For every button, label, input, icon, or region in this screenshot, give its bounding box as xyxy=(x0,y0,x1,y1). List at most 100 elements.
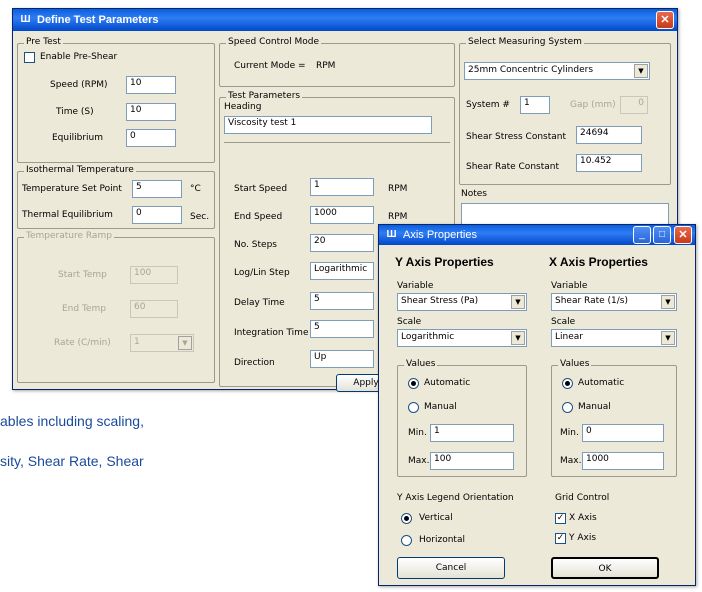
shear-rate-constant-label: Shear Rate Constant xyxy=(466,162,559,172)
grid-x-axis-checkbox[interactable]: ✓ xyxy=(555,513,566,524)
measuring-system-group: Select Measuring System 25mm Concentric … xyxy=(459,37,671,185)
y-max-label: Max. xyxy=(408,456,430,466)
rate-select[interactable]: 1 ▼ xyxy=(130,334,194,352)
current-mode-value: RPM xyxy=(316,61,336,71)
axis-title-bar[interactable]: Ш Axis Properties _ □ ✕ xyxy=(379,225,695,245)
end-speed-label: End Speed xyxy=(234,212,283,222)
y-scale-select[interactable]: Logarithmic ▼ xyxy=(397,329,527,347)
notes-label: Notes xyxy=(461,189,487,199)
y-min-input[interactable]: 1 xyxy=(430,424,514,442)
speed-rpm-label: Speed (RPM) xyxy=(50,80,108,90)
y-legend-orientation-label: Y Axis Legend Orientation xyxy=(397,493,514,503)
start-speed-unit: RPM xyxy=(388,184,408,194)
thermal-equilibrium-input[interactable]: 0 xyxy=(132,206,182,224)
equilibrium-label: Equilibrium xyxy=(52,133,103,143)
x-manual-label: Manual xyxy=(578,402,611,412)
grid-y-axis-checkbox[interactable]: ✓ xyxy=(555,533,566,544)
measuring-system-legend: Select Measuring System xyxy=(466,37,584,47)
x-scale-label: Scale xyxy=(551,317,576,327)
cancel-button[interactable]: Cancel xyxy=(397,557,505,579)
y-variable-label: Variable xyxy=(397,281,434,291)
pre-equilibrium-input[interactable]: 0 xyxy=(126,129,176,147)
x-variable-value: Shear Rate (1/s) xyxy=(555,296,628,306)
chevron-down-icon: ▼ xyxy=(634,64,648,78)
temperature-ramp-legend: Temperature Ramp xyxy=(24,231,114,241)
start-temp-label: Start Temp xyxy=(58,270,107,280)
axis-properties-dialog: Ш Axis Properties _ □ ✕ Y Axis Propertie… xyxy=(378,224,696,586)
time-s-label: Time (S) xyxy=(56,107,94,117)
enable-pre-shear-checkbox[interactable] xyxy=(24,52,35,63)
system-number-input[interactable]: 1 xyxy=(520,96,550,114)
vertical-radio[interactable] xyxy=(401,513,412,524)
chevron-down-icon: ▼ xyxy=(661,331,675,345)
chevron-down-icon: ▼ xyxy=(661,295,675,309)
start-speed-label: Start Speed xyxy=(234,184,288,194)
ok-button[interactable]: OK xyxy=(551,557,659,579)
isothermal-group: Isothermal Temperature Temperature Set P… xyxy=(17,165,215,229)
pre-speed-input[interactable]: 10 xyxy=(126,76,176,94)
app-icon: Ш xyxy=(386,229,397,240)
maximize-icon[interactable]: □ xyxy=(653,226,671,244)
end-speed-unit: RPM xyxy=(388,212,408,222)
current-mode-label: Current Mode = xyxy=(234,61,306,71)
x-values-group: Values Automatic Manual Min. 0 Max. 1000 xyxy=(551,359,677,477)
x-variable-select[interactable]: Shear Rate (1/s) ▼ xyxy=(551,293,677,311)
minimize-icon[interactable]: _ xyxy=(633,226,651,244)
y-max-input[interactable]: 100 xyxy=(430,452,514,470)
delay-time-input[interactable]: 5 xyxy=(310,292,374,310)
direction-input[interactable]: Up xyxy=(310,350,374,368)
rate-value: 1 xyxy=(134,337,140,347)
grid-x-axis-label: X Axis xyxy=(569,513,597,523)
grid-control-label: Grid Control xyxy=(555,493,610,503)
y-manual-label: Manual xyxy=(424,402,457,412)
end-temp-label: End Temp xyxy=(62,304,106,314)
integration-time-input[interactable]: 5 xyxy=(310,320,374,338)
main-title-bar[interactable]: Ш Define Test Parameters ✕ xyxy=(13,9,677,31)
start-temp-input[interactable]: 100 xyxy=(130,266,178,284)
y-min-label: Min. xyxy=(408,428,427,438)
y-manual-radio[interactable] xyxy=(408,402,419,413)
temperature-ramp-group: Temperature Ramp Start Temp 100 End Temp… xyxy=(17,231,215,383)
test-parameters-legend: Test Parameters xyxy=(226,91,303,101)
shear-stress-constant-input[interactable]: 24694 xyxy=(576,126,642,144)
background-text-line-1: ables including scaling, xyxy=(0,413,144,429)
no-steps-input[interactable]: 20 xyxy=(310,234,374,252)
horizontal-radio[interactable] xyxy=(401,535,412,546)
chevron-down-icon: ▼ xyxy=(511,331,525,345)
x-max-label: Max. xyxy=(560,456,582,466)
gap-input[interactable]: 0 xyxy=(620,96,648,114)
vertical-label: Vertical xyxy=(419,513,453,523)
end-speed-input[interactable]: 1000 xyxy=(310,206,374,224)
shear-rate-constant-input[interactable]: 10.452 xyxy=(576,154,642,172)
log-lin-step-input[interactable]: Logarithmic xyxy=(310,262,374,280)
measuring-system-select[interactable]: 25mm Concentric Cylinders ▼ xyxy=(464,62,650,80)
end-temp-input[interactable]: 60 xyxy=(130,300,178,318)
y-axis-header: Y Axis Properties xyxy=(395,255,494,269)
x-scale-select[interactable]: Linear ▼ xyxy=(551,329,677,347)
x-variable-label: Variable xyxy=(551,281,588,291)
pre-test-group: Pre Test Enable Pre-Shear Speed (RPM) 10… xyxy=(17,37,215,163)
delay-time-label: Delay Time xyxy=(234,298,285,308)
close-icon[interactable]: ✕ xyxy=(656,11,674,29)
axis-window-title: Axis Properties xyxy=(403,229,477,241)
y-variable-select[interactable]: Shear Stress (Pa) ▼ xyxy=(397,293,527,311)
speed-control-group: Speed Control Mode Current Mode = RPM xyxy=(219,37,455,87)
integration-time-label: Integration Time xyxy=(234,328,309,338)
background-text-line-2: sity, Shear Rate, Shear xyxy=(0,453,144,469)
temp-setpoint-input[interactable]: 5 xyxy=(132,180,182,198)
x-manual-radio[interactable] xyxy=(562,402,573,413)
heading-input[interactable]: Viscosity test 1 xyxy=(224,116,432,134)
x-min-input[interactable]: 0 xyxy=(582,424,664,442)
close-icon[interactable]: ✕ xyxy=(674,226,692,244)
shear-stress-constant-label: Shear Stress Constant xyxy=(466,132,567,142)
measuring-system-value: 25mm Concentric Cylinders xyxy=(468,65,594,75)
x-max-input[interactable]: 1000 xyxy=(582,452,664,470)
y-values-legend: Values xyxy=(404,359,438,369)
x-min-label: Min. xyxy=(560,428,579,438)
enable-pre-shear-label: Enable Pre-Shear xyxy=(40,52,118,62)
y-automatic-radio[interactable] xyxy=(408,378,419,389)
start-speed-input[interactable]: 1 xyxy=(310,178,374,196)
x-automatic-radio[interactable] xyxy=(562,378,573,389)
pre-time-input[interactable]: 10 xyxy=(126,103,176,121)
log-lin-step-label: Log/Lin Step xyxy=(234,268,290,278)
